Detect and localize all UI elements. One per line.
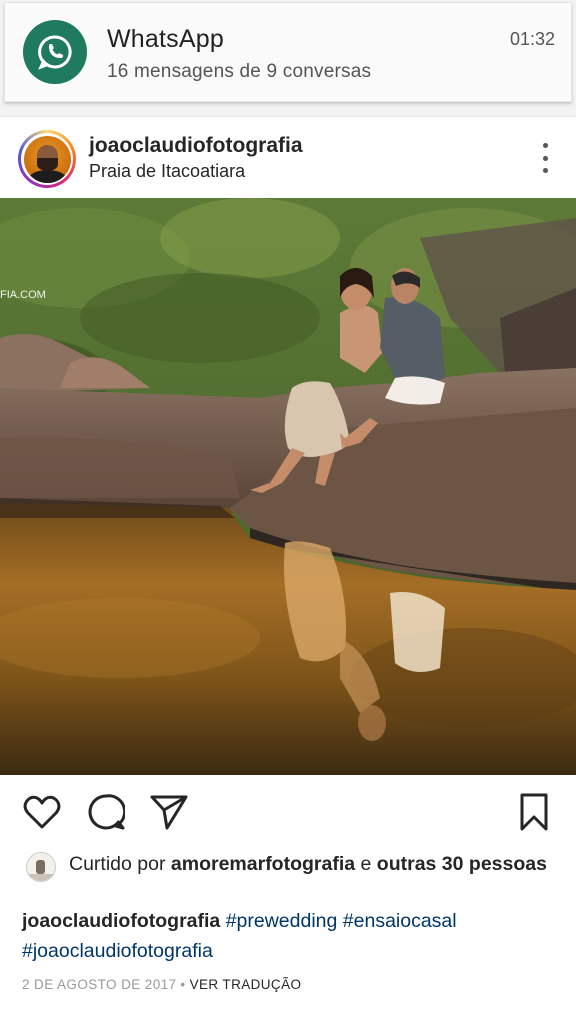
likes-text[interactable]: Curtido por amoremarfotografia e outras … xyxy=(69,850,559,878)
hashtag[interactable]: #prewedding xyxy=(226,910,338,932)
see-translation-link[interactable]: VER TRADUÇÃO xyxy=(190,977,302,992)
post-username[interactable]: joaoclaudiofotografia xyxy=(89,134,303,158)
bookmark-icon[interactable] xyxy=(514,792,554,832)
notification-time: 01:32 xyxy=(509,29,555,49)
likes-summary[interactable]: Curtido por amoremarfotografia e outras … xyxy=(0,848,576,906)
post-photo[interactable]: FIA.COM xyxy=(0,198,576,775)
heart-icon[interactable] xyxy=(22,792,62,832)
notification-shade: WhatsApp 16 mensagens de 9 conversas 01:… xyxy=(0,0,576,116)
post-date: 2 DE AGOSTO DE 2017 xyxy=(22,977,177,992)
send-icon[interactable] xyxy=(149,792,189,832)
likes-connector: e xyxy=(355,853,377,875)
liker-avatar[interactable] xyxy=(26,852,56,882)
liker-username[interactable]: amoremarfotografia xyxy=(171,853,355,875)
post-location[interactable]: Praia de Itacoatiara xyxy=(89,161,245,182)
likes-others[interactable]: outras 30 pessoas xyxy=(377,853,547,875)
post-caption: joaoclaudiofotografia #prewedding #ensai… xyxy=(22,906,562,966)
notification-summary: 16 mensagens de 9 conversas xyxy=(107,61,372,82)
likes-prefix: Curtido por xyxy=(69,853,171,875)
whatsapp-icon xyxy=(23,20,87,84)
whatsapp-notification[interactable]: WhatsApp 16 mensagens de 9 conversas 01:… xyxy=(4,2,572,102)
more-options-icon[interactable] xyxy=(540,143,550,173)
post-actions xyxy=(0,775,576,845)
meta-separator: • xyxy=(180,977,186,992)
notification-app-name: WhatsApp xyxy=(107,25,224,53)
hashtag[interactable]: #joaoclaudiofotografia xyxy=(22,940,213,962)
post-meta: 2 DE AGOSTO DE 2017 • VER TRADUÇÃO xyxy=(22,977,301,992)
post-header: joaoclaudiofotografia Praia de Itacoatia… xyxy=(0,116,576,198)
photo-watermark: FIA.COM xyxy=(0,289,46,301)
profile-avatar[interactable] xyxy=(18,130,76,188)
comment-icon[interactable] xyxy=(86,792,126,832)
hashtag[interactable]: #ensaiocasal xyxy=(343,910,457,932)
caption-username[interactable]: joaoclaudiofotografia xyxy=(22,910,220,932)
